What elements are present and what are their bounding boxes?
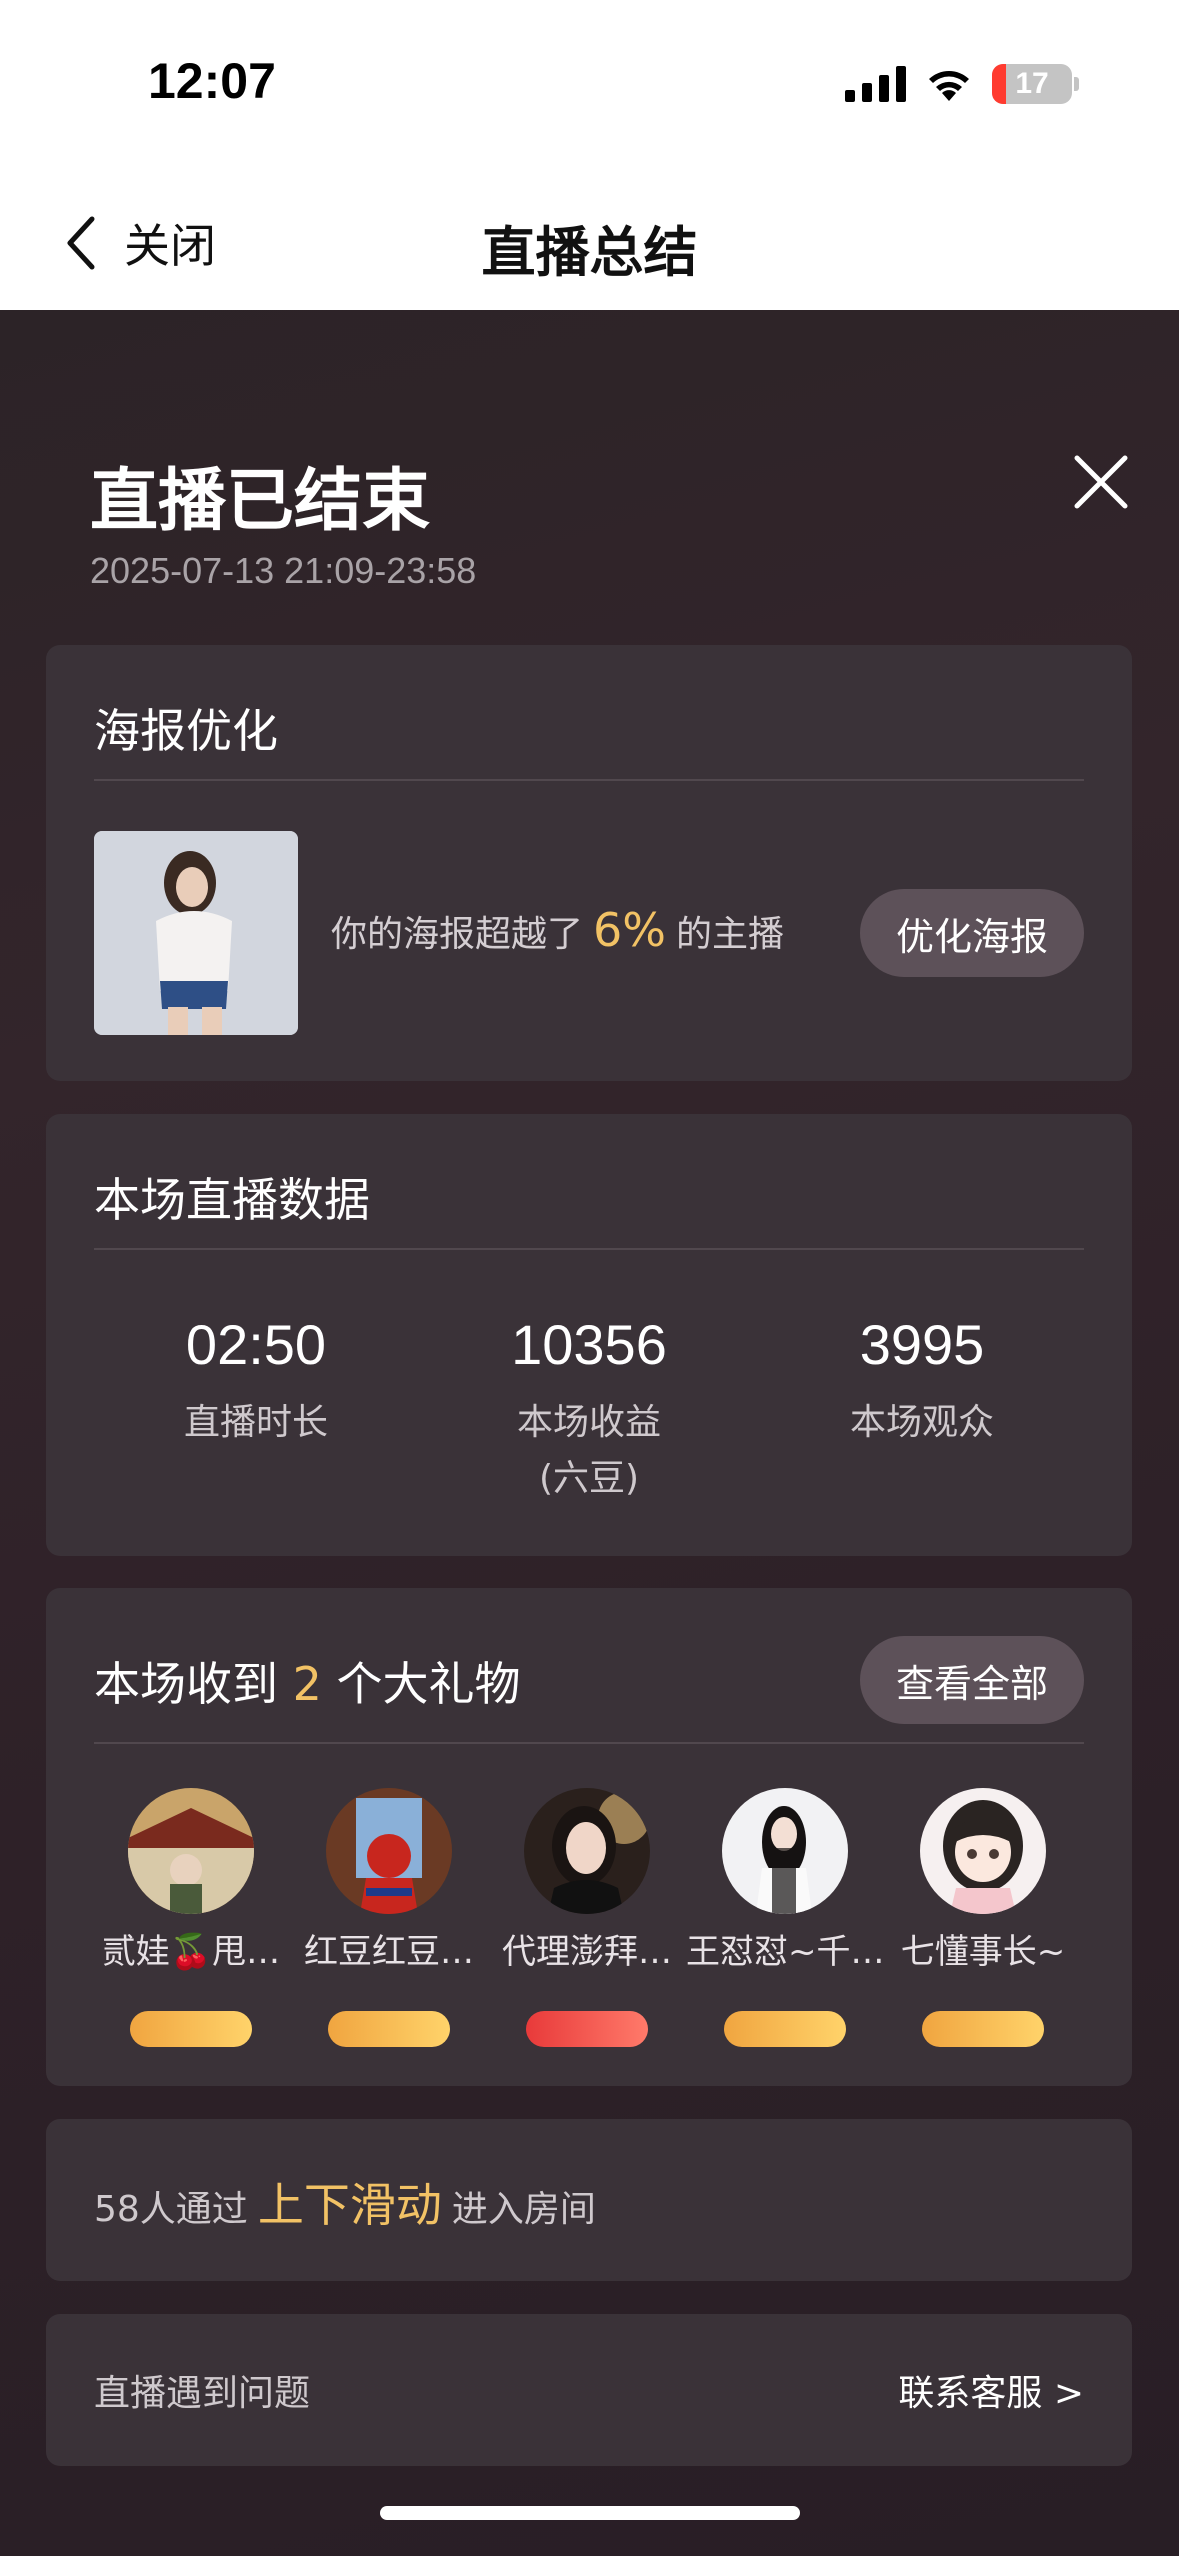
- status-bar: 12:07 17: [0, 0, 1179, 170]
- stats-card-title: 本场直播数据: [94, 1173, 370, 1227]
- cellular-signal-icon: [845, 66, 906, 102]
- stat-duration: 02:50 直播时长: [183, 1313, 328, 1443]
- gifter-name: 王怼怼~千…: [686, 1932, 885, 1972]
- gift-badge: [922, 2011, 1044, 2047]
- poster-optimize-card: 海报优化 你的海报超越了 6% 的主播 优化海报: [46, 645, 1132, 1081]
- stat-earnings: 10356 本场收益 (六豆): [511, 1313, 667, 1499]
- support-card[interactable]: 直播遇到问题 联系客服 >: [46, 2314, 1132, 2466]
- home-indicator[interactable]: [380, 2506, 800, 2520]
- live-stats-card: 本场直播数据 02:50 直播时长 10356 本场收益 (六豆) 3995 本…: [46, 1114, 1132, 1556]
- gifter-item[interactable]: 红豆红豆…: [290, 1788, 488, 2047]
- live-ended-heading: 直播已结束: [90, 462, 431, 541]
- slide-highlight: 上下滑动: [257, 2178, 442, 2232]
- page-title: 直播总结: [481, 221, 698, 284]
- avatar: [326, 1788, 452, 1914]
- gifter-item[interactable]: 七懂事长~: [884, 1788, 1082, 2047]
- gift-badge: [724, 2011, 846, 2047]
- gift-badge: [130, 2011, 252, 2047]
- avatar: [524, 1788, 650, 1914]
- gifter-name: 贰娃🍒甩…: [101, 1932, 281, 1972]
- nav-bar: 关闭 直播总结: [0, 170, 1179, 310]
- gifter-item[interactable]: 贰娃🍒甩…: [92, 1788, 290, 2047]
- battery-icon: 17: [992, 64, 1079, 104]
- gifts-card-title: 本场收到 2 个大礼物: [94, 1657, 521, 1711]
- poster-thumbnail[interactable]: [94, 831, 298, 1035]
- wifi-icon: [929, 71, 969, 101]
- poster-percent: 6%: [593, 903, 666, 957]
- divider: [94, 1742, 1084, 1744]
- gifter-item[interactable]: 代理澎拜…: [488, 1788, 686, 2047]
- avatar: [920, 1788, 1046, 1914]
- gift-badge: [328, 2011, 450, 2047]
- avatar: [722, 1788, 848, 1914]
- battery-level: 17: [1015, 67, 1049, 100]
- support-label: 直播遇到问题: [94, 2373, 311, 2414]
- gift-count: 2: [292, 1657, 322, 1711]
- optimize-poster-button[interactable]: 优化海报: [860, 889, 1084, 977]
- avatar: [128, 1788, 254, 1914]
- stat-audience: 3995 本场观众: [849, 1313, 994, 1443]
- big-gifts-card: 本场收到 2 个大礼物 查看全部 贰娃🍒甩… 红豆红豆… 代理澎拜… 王怼怼~千…: [46, 1588, 1132, 2086]
- slide-entry-card: 58人通过 上下滑动 进入房间: [46, 2119, 1132, 2281]
- gifter-name: 红豆红豆…: [304, 1932, 474, 1972]
- gift-badge: [526, 2011, 648, 2047]
- contact-support-link[interactable]: 联系客服 >: [898, 2364, 1084, 2416]
- live-time-range: 2025-07-13 21:09-23:58: [90, 550, 477, 591]
- gifter-name: 七懂事长~: [900, 1932, 1066, 1972]
- close-icon[interactable]: [1069, 450, 1133, 514]
- status-icons: 17: [845, 64, 1079, 104]
- poster-card-title: 海报优化: [94, 704, 278, 758]
- slide-entry-text: 58人通过 上下滑动 进入房间: [94, 2169, 596, 2235]
- divider: [94, 779, 1084, 781]
- view-all-button[interactable]: 查看全部: [860, 1636, 1084, 1724]
- poster-rank-text: 你的海报超越了 6% 的主播: [331, 903, 785, 957]
- gifter-name: 代理澎拜…: [502, 1932, 672, 1972]
- gifter-item[interactable]: 王怼怼~千…: [686, 1788, 885, 2047]
- divider: [94, 1248, 1084, 1250]
- status-time: 12:07: [148, 53, 276, 109]
- summary-panel: 直播已结束 2025-07-13 21:09-23:58 海报优化 你的海报超越…: [0, 310, 1179, 2556]
